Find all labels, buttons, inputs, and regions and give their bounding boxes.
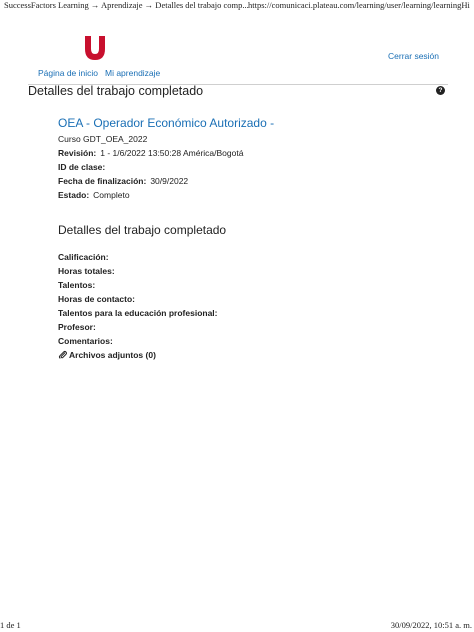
grade-label: Calificación: xyxy=(58,252,109,262)
instructor-label: Profesor: xyxy=(58,322,96,332)
talents-field: Talentos: xyxy=(58,280,99,290)
revision-value: 1 - 1/6/2022 13:50:28 América/Bogotá xyxy=(100,148,244,158)
pro-ed-talents-field: Talentos para la educación profesional: xyxy=(58,308,222,318)
status-value: Completo xyxy=(93,190,130,200)
nav-my-learning-link[interactable]: Mi aprendizaje xyxy=(105,68,160,78)
completion-date-value: 30/9/2022 xyxy=(150,176,189,186)
class-id-label: ID de clase: xyxy=(58,162,106,172)
revision-label: Revisión: xyxy=(58,148,97,158)
total-hours-field: Horas totales: xyxy=(58,266,119,276)
details-section-title: Detalles del trabajo completado xyxy=(58,223,227,237)
attachments-label: Archivos adjuntos (0) xyxy=(69,350,156,360)
completion-date-field: Fecha de finalización: 30/9/2022 xyxy=(58,176,188,186)
attachments-link[interactable]: Archivos adjuntos (0) xyxy=(58,350,156,360)
print-timestamp: 30/09/2022, 10:51 a. m. xyxy=(390,620,472,630)
print-footer: 1 de 1 30/09/2022, 10:51 a. m. xyxy=(0,620,474,632)
total-hours-label: Horas totales: xyxy=(58,266,115,276)
paperclip-icon xyxy=(58,350,67,359)
pro-ed-talents-label: Talentos para la educación profesional: xyxy=(58,308,218,318)
talents-label: Talentos: xyxy=(58,280,96,290)
course-code-value: Curso GDT_OEA_2022 xyxy=(58,134,148,144)
status-label: Estado: xyxy=(58,190,90,200)
contact-hours-label: Horas de contacto: xyxy=(58,294,135,304)
sign-out-link[interactable]: Cerrar sesión xyxy=(388,51,439,61)
nav-home-link[interactable]: Página de inicio xyxy=(38,68,98,78)
revision-field: Revisión: 1 - 1/6/2022 13:50:28 América/B… xyxy=(58,148,243,158)
contact-hours-field: Horas de contacto: xyxy=(58,294,139,304)
class-id-field: ID de clase: xyxy=(58,162,109,172)
course-title: OEA - Operador Económico Autorizado - xyxy=(58,116,275,130)
instructor-field: Profesor: xyxy=(58,322,100,332)
page-count: 1 de 1 xyxy=(0,620,21,630)
completion-date-label: Fecha de finalización: xyxy=(58,176,147,186)
question-circle-icon[interactable]: ? xyxy=(436,86,445,95)
course-code: Curso GDT_OEA_2022 xyxy=(58,134,147,144)
print-header-url: https://comunicaci.plateau.com/learning/… xyxy=(248,0,470,10)
print-header: SuccessFactors Learning → Aprendizaje → … xyxy=(0,0,474,14)
page-title: Detalles del trabajo completado xyxy=(28,84,204,98)
print-header-title: SuccessFactors Learning → Aprendizaje → … xyxy=(4,0,249,10)
comments-label: Comentarios: xyxy=(58,336,113,346)
grade-field: Calificación: xyxy=(58,252,113,262)
comments-field: Comentarios: xyxy=(58,336,117,346)
status-field: Estado: Completo xyxy=(58,190,130,200)
u-logo-icon[interactable] xyxy=(84,36,106,60)
